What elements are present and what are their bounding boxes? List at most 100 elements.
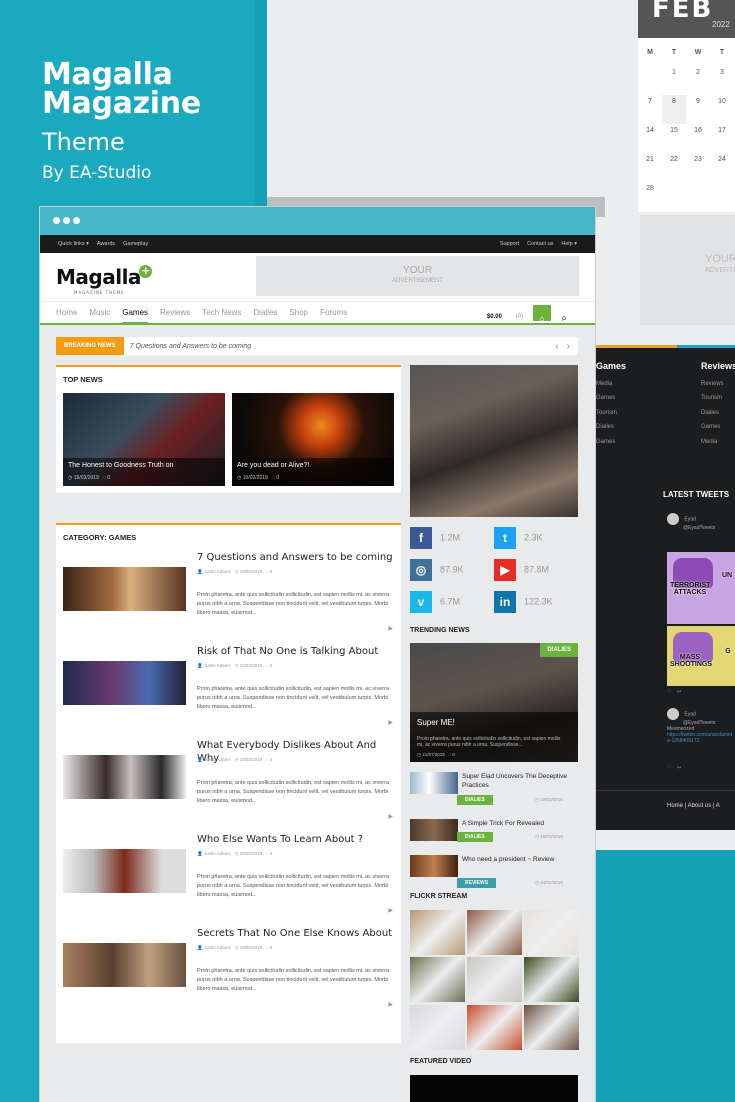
cart-total[interactable]: $0.00 (0) — [487, 308, 535, 326]
footer-link[interactable]: Dialies — [596, 420, 626, 435]
footer-link[interactable]: Games — [701, 420, 735, 435]
list-item[interactable]: Who Else Wants To Learn About ? 👤 Justin… — [56, 833, 401, 927]
post-title[interactable]: Super Eiad Uncovers The Deceptive Practi… — [462, 772, 577, 790]
social-counter[interactable]: ◎ 87.9K — [410, 559, 494, 581]
post-title[interactable]: 7 Questions and Answers to be coming — [197, 551, 397, 564]
social-counter[interactable]: v 6.7M — [410, 591, 494, 613]
window-dot[interactable] — [63, 217, 70, 224]
category-badge[interactable]: DIALIES — [457, 832, 493, 842]
social-counter[interactable]: t 2.3K — [494, 527, 578, 549]
calendar-day[interactable]: 28 — [638, 182, 662, 211]
category-badge[interactable]: REVIEWS — [457, 878, 497, 888]
social-counter[interactable]: f 1.2M — [410, 527, 494, 549]
post-thumbnail[interactable] — [63, 755, 186, 799]
nav-item-music[interactable]: Music — [89, 302, 110, 323]
post-title[interactable]: Who need a president ~ Review — [462, 855, 577, 864]
chevron-left-icon[interactable]: ‹ — [555, 341, 558, 352]
featured-video-player[interactable] — [410, 1075, 578, 1102]
site-logo[interactable]: Magalla+ MAGAZINE THEME — [56, 265, 152, 295]
calendar-day[interactable]: 7 — [638, 95, 662, 124]
social-counter[interactable]: in 122.3K — [494, 591, 578, 613]
list-item[interactable]: Secrets That No One Else Knows About 👤 J… — [56, 927, 401, 1021]
play-icon[interactable]: ▶ — [388, 907, 393, 914]
top-news-card[interactable]: The Honest to Goodness Truth on ◷ 19/03/… — [63, 393, 225, 486]
top-news-card[interactable]: Are you dead or Alive?! ◷ 10/02/2019 ◌ 0 — [232, 393, 394, 486]
cart-icon[interactable]: ⌂ — [533, 305, 551, 323]
footer-link[interactable]: Media — [701, 435, 735, 450]
nav-item-forums[interactable]: Forums — [320, 302, 347, 323]
calendar-day[interactable]: 22 — [662, 153, 686, 182]
list-item[interactable]: What Everybody Dislikes About And Why 👤 … — [56, 739, 401, 833]
calendar-day[interactable]: 16 — [686, 124, 710, 153]
tweet-actions[interactable]: ♡ ↦ — [667, 765, 681, 771]
topbar-gameplay[interactable]: Gameplay — [123, 241, 148, 247]
calendar-day[interactable]: 8 — [662, 95, 686, 124]
post-title[interactable]: Who Else Wants To Learn About ? — [197, 833, 397, 846]
calendar-day[interactable]: 9 — [686, 95, 710, 124]
nav-item-home[interactable]: Home — [56, 302, 77, 323]
flickr-photo[interactable] — [524, 1004, 579, 1050]
calendar-day[interactable]: 23 — [686, 153, 710, 182]
tweet-meme-image[interactable]: TERRORIST ATTACKS UN — [667, 552, 735, 624]
post-thumbnail[interactable] — [410, 855, 458, 877]
chevron-right-icon[interactable]: › — [567, 341, 570, 352]
play-icon[interactable]: ▶ — [388, 625, 393, 632]
side-ad-banner[interactable]: YOUR ADVERTISEM — [640, 215, 735, 325]
footer-link[interactable]: Reviews — [701, 377, 735, 392]
featured-image[interactable] — [410, 365, 578, 517]
post-thumbnail[interactable] — [410, 819, 458, 841]
tweet-author-2[interactable]: Eyad @EyadTweets Mesmerized https://twit… — [667, 708, 733, 746]
social-counter[interactable]: ▶ 87.8M — [494, 559, 578, 581]
nav-item-dialies[interactable]: Dialies — [253, 302, 277, 323]
list-item[interactable]: Who need a president ~ Review REVIEWS ◷ … — [410, 855, 578, 888]
post-thumbnail[interactable] — [63, 567, 186, 611]
calendar-day[interactable]: 17 — [710, 124, 734, 153]
nav-item-games[interactable]: Games — [122, 302, 149, 324]
footer-link[interactable]: Media — [596, 377, 626, 392]
flickr-photo[interactable] — [524, 957, 579, 1003]
calendar-day[interactable]: 3 — [710, 66, 734, 95]
nav-item-shop[interactable]: Shop — [289, 302, 308, 323]
footer-link[interactable]: Games — [596, 435, 626, 450]
search-icon[interactable]: ⌕ — [561, 307, 567, 330]
footer-link[interactable]: Tourism — [596, 406, 626, 421]
flickr-photo[interactable] — [467, 957, 522, 1003]
play-icon[interactable]: ▶ — [388, 1001, 393, 1008]
trending-feature[interactable]: DIALIES Super ME! Proin pharetra, ante q… — [410, 643, 578, 762]
topbar-quick-links[interactable]: Quick links ▾ — [58, 241, 89, 247]
footer-links[interactable]: Home | About us | A — [590, 790, 735, 830]
nav-item-reviews[interactable]: Reviews — [160, 302, 190, 323]
topbar-support[interactable]: Support — [500, 241, 519, 247]
nav-item-tech-news[interactable]: Tech News — [202, 302, 241, 323]
window-dot[interactable] — [53, 217, 60, 224]
calendar-day[interactable]: 10 — [710, 95, 734, 124]
list-item[interactable]: Risk of That No One is Talking About 👤 J… — [56, 645, 401, 739]
calendar-day[interactable]: 1 — [662, 66, 686, 95]
breaking-headline[interactable]: 7 Questions and Answers to be coming — [124, 343, 556, 350]
tweet-actions[interactable]: ♡ ↦ — [667, 689, 681, 695]
play-icon[interactable]: ▶ — [388, 813, 393, 820]
list-item[interactable]: 7 Questions and Answers to be coming 👤 J… — [56, 551, 401, 645]
post-title[interactable]: A Simple Trick For Revealed — [462, 819, 577, 828]
post-thumbnail[interactable] — [63, 661, 186, 705]
topbar-help[interactable]: Help ▾ — [561, 241, 577, 247]
post-thumbnail[interactable] — [63, 943, 186, 987]
post-title[interactable]: Risk of That No One is Talking About — [197, 645, 397, 658]
tweet-link[interactable]: https://twitter.com/anandamide-126840917… — [667, 732, 733, 744]
calendar-day[interactable]: 2 — [686, 66, 710, 95]
header-ad-banner[interactable]: YOUR ADVERTISEMENT — [256, 256, 579, 296]
topbar-contact[interactable]: Contact us — [527, 241, 553, 247]
post-title[interactable]: Secrets That No One Else Knows About — [197, 927, 397, 940]
post-thumbnail[interactable] — [63, 849, 186, 893]
topbar-awards[interactable]: Awards — [97, 241, 115, 247]
footer-link[interactable]: Dialies — [701, 406, 735, 421]
flickr-photo[interactable] — [410, 957, 465, 1003]
category-badge[interactable]: DIALIES — [540, 643, 578, 657]
calendar-day[interactable]: 21 — [638, 153, 662, 182]
play-icon[interactable]: ▶ — [388, 719, 393, 726]
flickr-photo[interactable] — [410, 910, 465, 955]
category-badge[interactable]: DIALIES — [457, 795, 493, 805]
flickr-photo[interactable] — [410, 1004, 465, 1050]
list-item[interactable]: A Simple Trick For Revealed DIALIES ◷ 19… — [410, 819, 578, 847]
post-thumbnail[interactable] — [410, 772, 458, 794]
